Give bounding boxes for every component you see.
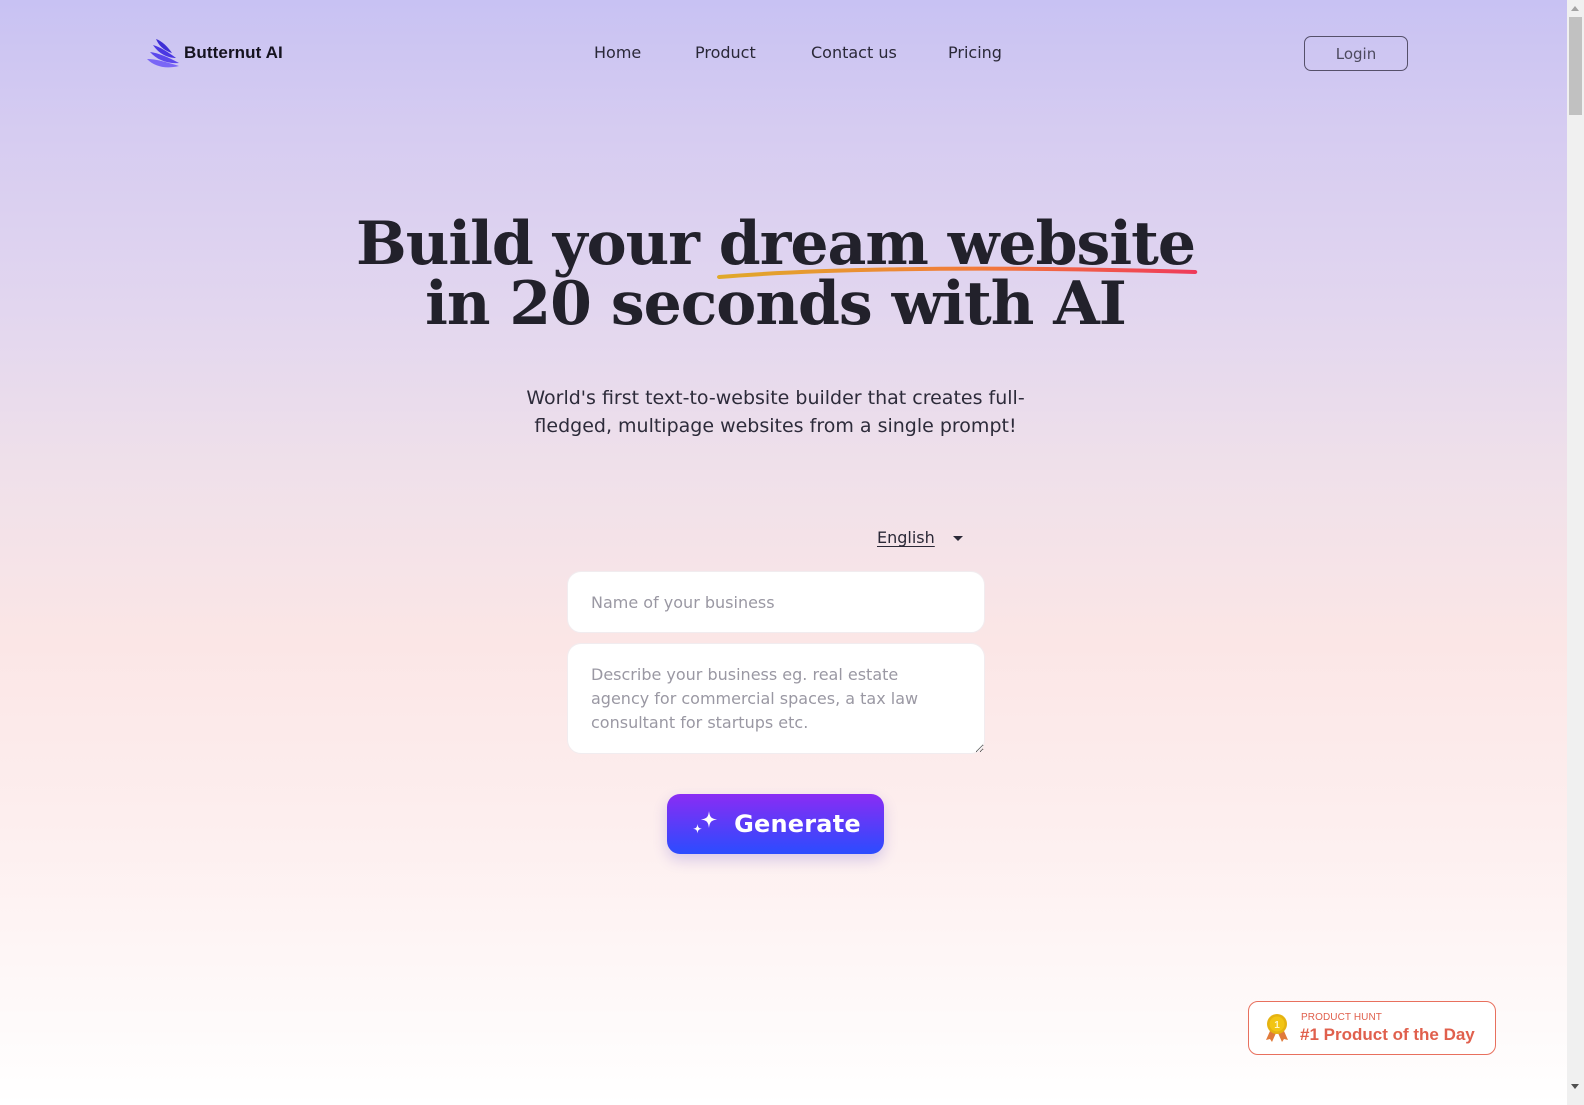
badge-source: PRODUCT HUNT (1301, 1012, 1383, 1023)
page-scrollbar[interactable] (1567, 0, 1584, 1105)
business-description-input[interactable] (567, 643, 985, 754)
language-selector[interactable]: English (877, 528, 963, 547)
scrollbar-thumb[interactable] (1569, 17, 1582, 115)
medal-icon: 1 (1266, 1014, 1288, 1042)
highlight-underline-icon (716, 266, 1197, 279)
hero-title-line-1: Build your dream website (0, 214, 1551, 279)
scroll-down-arrow-icon[interactable] (1571, 1084, 1579, 1089)
business-name-input[interactable] (567, 571, 985, 633)
generate-button[interactable]: Generate (667, 794, 884, 854)
caret-down-icon[interactable] (953, 536, 963, 541)
product-hunt-badge[interactable]: 1 PRODUCT HUNT #1 Product of the Day (1248, 1001, 1496, 1055)
generate-label: Generate (734, 810, 861, 838)
badge-title: #1 Product of the Day (1300, 1025, 1475, 1044)
nav-item-pricing[interactable]: Pricing (948, 43, 1002, 62)
hero-subtitle: World's first text-to-website builder th… (526, 387, 1025, 437)
nav-item-contact-us[interactable]: Contact us (811, 43, 897, 62)
medal-number: 1 (1274, 1020, 1280, 1031)
scroll-up-arrow-icon[interactable] (1571, 6, 1579, 11)
sparkles-icon (693, 811, 718, 834)
hero-title-highlight: dream website (716, 214, 1197, 279)
hero-title: Build your dream website in 20 seconds w… (0, 214, 1551, 334)
nav-item-home[interactable]: Home (594, 43, 641, 62)
login-button[interactable]: Login (1304, 36, 1408, 71)
nav-item-product[interactable]: Product (695, 43, 756, 62)
language-selected[interactable]: English (877, 528, 935, 547)
page: Butternut AI Home Product Contact us Pri… (0, 0, 1551, 1105)
hero-title-line-2: in 20 seconds with AI (425, 269, 1127, 339)
